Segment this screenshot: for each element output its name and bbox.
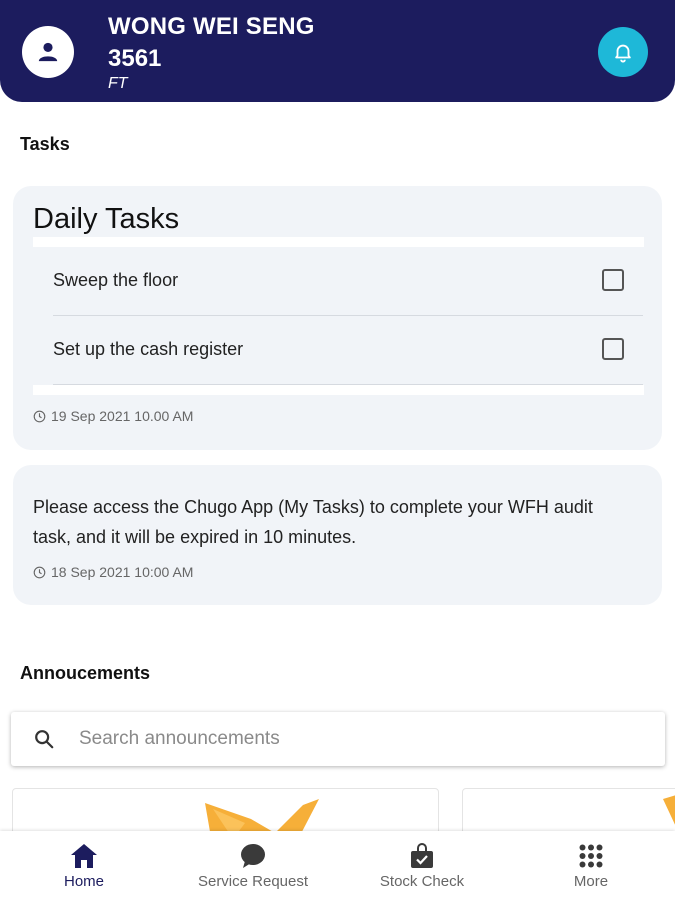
nav-label: Stock Check — [379, 873, 465, 890]
avatar[interactable] — [22, 26, 74, 78]
nav-label: Home — [63, 873, 104, 890]
chat-bubble-icon — [241, 844, 265, 868]
notice-card[interactable]: Please access the Chugo App (My Tasks) t… — [13, 465, 662, 605]
notifications-button[interactable] — [598, 27, 648, 77]
nav-item-service-request[interactable]: Service Request — [169, 831, 337, 900]
grid-dots-icon — [579, 844, 603, 868]
nav-label: More — [573, 873, 609, 890]
daily-tasks-card: Daily Tasks Sweep the floor Set up the c… — [13, 186, 662, 450]
daily-tasks-timestamp: 19 Sep 2021 10.00 AM — [33, 408, 193, 424]
divider — [33, 237, 644, 247]
bottom-navigation: Home Service Request Stock Check More — [0, 831, 675, 900]
task-label: Set up the cash register — [53, 339, 244, 359]
user-type: FT — [108, 75, 128, 92]
task-checkbox[interactable] — [602, 269, 624, 291]
bell-icon — [615, 44, 631, 63]
nav-item-stock-check[interactable]: Stock Check — [338, 831, 506, 900]
notice-text: Please access the Chugo App (My Tasks) t… — [33, 497, 593, 547]
search-input[interactable] — [79, 720, 639, 758]
announcement-search-bar[interactable] — [11, 712, 665, 766]
shopping-bag-check-icon — [411, 843, 433, 868]
nav-item-more[interactable]: More — [507, 831, 675, 900]
task-row-cash-register[interactable]: Set up the cash register — [53, 317, 643, 385]
timestamp-text: 18 Sep 2021 10:00 AM — [51, 564, 194, 580]
announcements-section-title: Annoucements — [20, 663, 151, 683]
profile-header: WONG WEI SENG 3561 FT — [0, 0, 675, 102]
user-id: 3561 — [108, 45, 162, 72]
timestamp-text: 19 Sep 2021 10.00 AM — [51, 408, 194, 424]
user-name: WONG WEI SENG — [108, 13, 315, 40]
home-icon — [71, 844, 97, 868]
clock-icon — [33, 566, 46, 578]
search-icon — [35, 730, 54, 749]
divider — [33, 385, 644, 395]
nav-item-home[interactable]: Home — [0, 831, 168, 900]
task-checkbox[interactable] — [602, 338, 624, 360]
nav-label: Service Request — [197, 873, 309, 890]
notice-timestamp: 18 Sep 2021 10:00 AM — [33, 564, 193, 580]
tasks-section-title: Tasks — [20, 134, 70, 154]
daily-tasks-title: Daily Tasks — [33, 203, 180, 235]
task-row-sweep[interactable]: Sweep the floor — [53, 248, 643, 316]
clock-icon — [33, 410, 46, 422]
user-icon — [38, 42, 58, 62]
task-label: Sweep the floor — [53, 270, 179, 290]
